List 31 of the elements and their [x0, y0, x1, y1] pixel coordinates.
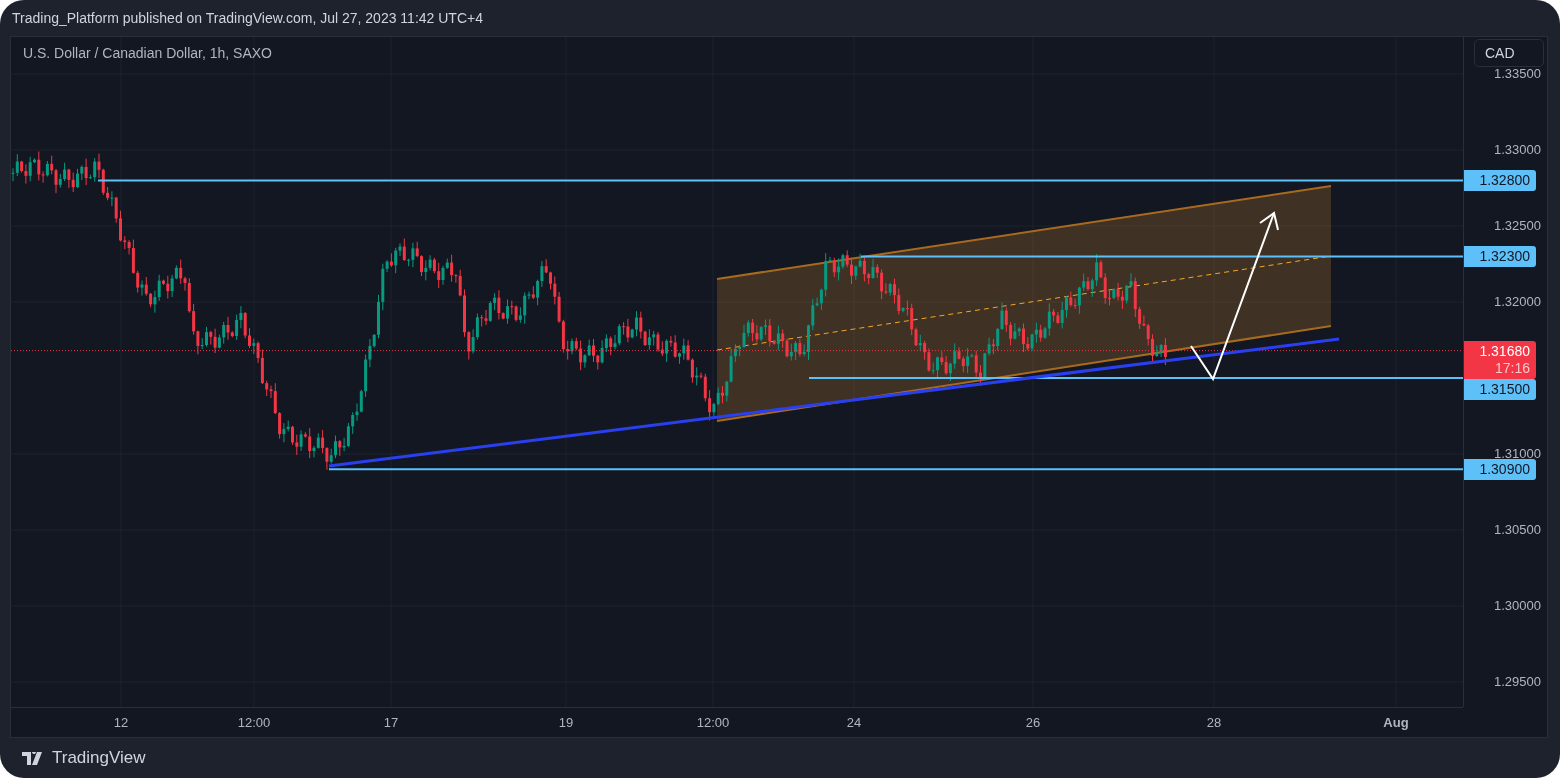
time-axis-label: 19 [558, 715, 574, 730]
time-axis-label: 24 [846, 715, 862, 730]
price-level-label: 1.30900 [1464, 459, 1536, 481]
currency-button[interactable]: CAD [1474, 39, 1544, 67]
horizontal-level-line[interactable] [328, 468, 1463, 471]
price-axis-label: 1.30500 [1494, 522, 1541, 538]
time-axis-label: 26 [1025, 715, 1041, 730]
time-axis-label: 12 [113, 715, 129, 730]
brand-name: TradingView [52, 748, 146, 768]
time-axis-label: 17 [383, 715, 399, 730]
price-axis-label: 1.33000 [1494, 142, 1541, 158]
time-axis-label: Aug [1383, 715, 1409, 730]
publish-caption: Trading_Platform published on TradingView.com, Jul 27, 2023 11:42 UTC+4 [11, 9, 484, 28]
price-level-label: 1.32800 [1464, 170, 1536, 192]
last-price-label: 1.31680 17:16 [1464, 340, 1536, 379]
price-axis-label: 1.31000 [1494, 446, 1541, 462]
horizontal-level-line[interactable] [97, 179, 1463, 182]
symbol-legend: U.S. Dollar / Canadian Dollar, 1h, SAXO [23, 45, 272, 61]
price-axis-label: 1.33500 [1494, 66, 1541, 82]
price-level-label: 1.31500 [1464, 378, 1536, 400]
price-level-label: 1.32300 [1464, 246, 1536, 268]
price-axis-label: 1.29500 [1494, 674, 1541, 690]
trend-line[interactable] [328, 337, 1340, 468]
price-channel[interactable] [716, 185, 1332, 422]
time-axis-label: 12:00 [696, 715, 730, 730]
time-axis-label: 28 [1206, 715, 1222, 730]
time-axis-label: 12:00 [237, 715, 271, 730]
price-axis-label: 1.32000 [1494, 294, 1541, 310]
price-axis-label: 1.30000 [1494, 598, 1541, 614]
forecast-arrow[interactable] [1190, 211, 1279, 382]
price-axis-label: 1.32500 [1494, 218, 1541, 234]
